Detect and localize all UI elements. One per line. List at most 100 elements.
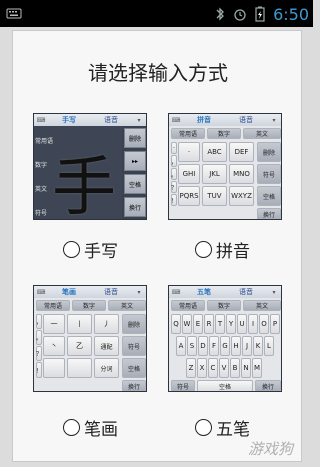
key: E (193, 314, 203, 334)
key: 换行 (122, 380, 146, 391)
side-label: 英文 (35, 186, 48, 193)
tab-voice: 语音 (104, 288, 118, 296)
chevron-down-icon: ▾ (137, 116, 141, 124)
key: 空格 (124, 174, 146, 194)
keyboard-icon: ⌨ (171, 116, 181, 124)
key: 符号 (122, 336, 146, 356)
keyboard-icon: ⌨ (36, 288, 46, 296)
key: PQRS (178, 186, 200, 206)
status-bar: 6:50 (0, 0, 313, 27)
key: K (253, 336, 263, 356)
option-label: 拼音 (216, 242, 250, 262)
key: R (204, 314, 214, 334)
key: 英文 (243, 128, 281, 139)
key: 常用语 (171, 128, 205, 139)
radio-button[interactable] (63, 241, 80, 258)
keyboard-tabbar: ⌨ 五笔 语音 ▾ (169, 286, 281, 298)
key: ， (171, 155, 177, 167)
key: A (176, 336, 186, 356)
keyboard-icon (6, 8, 22, 19)
tab-voice: 语音 (239, 116, 253, 124)
option-stroke[interactable]: 笔画 (63, 415, 118, 440)
key: 丿 (94, 314, 119, 334)
key: DEF (229, 142, 254, 162)
key: 符号 (257, 164, 281, 184)
option-pinyin[interactable]: 拼音 (195, 237, 250, 262)
tab-voice: 语音 (239, 288, 253, 296)
key: 分词 (94, 358, 119, 378)
bluetooth-icon (216, 7, 224, 21)
battery-icon (255, 6, 265, 22)
keyboard-tabbar: ⌨ 拼音 语音 ▾ (169, 114, 281, 126)
key: T (215, 314, 225, 334)
key: 删除 (122, 314, 146, 334)
key: 数字 (207, 300, 241, 311)
key: S (187, 336, 197, 356)
option-label: 五笔 (216, 420, 250, 440)
keyboard-tabbar: ⌨ 笔画 语音 ▾ (34, 286, 146, 298)
handwriting-keyboard-preview[interactable]: ⌨ 手写 语音 ▾ 手 常用语 数字 英文 符号 删除 ▸▸ 空格 换行 (33, 113, 147, 220)
key: WXYZ (229, 186, 254, 206)
key: 数字 (207, 128, 241, 139)
key: ！ (36, 362, 42, 378)
key: 换行 (124, 197, 146, 217)
key: 丶 (43, 336, 65, 356)
key: U (237, 314, 247, 334)
key: 。 (171, 168, 177, 180)
radio-button[interactable] (63, 419, 80, 436)
tab-handwriting: 手写 (62, 116, 76, 124)
chevron-down-icon: ▾ (272, 288, 276, 296)
option-wubi[interactable]: 五笔 (195, 415, 250, 440)
side-label: 常用语 (35, 138, 54, 145)
key: 空格 (257, 186, 281, 206)
key: 常用语 (36, 300, 70, 311)
key: N (241, 358, 251, 378)
key (67, 358, 92, 378)
tab-wubi: 五笔 (197, 288, 211, 296)
watermark: 游戏狗 (247, 440, 293, 458)
chevron-down-icon: ▾ (137, 288, 141, 296)
dialog-title: 请选择输入方式 (88, 61, 228, 85)
tab-pinyin: 拼音 (197, 116, 211, 124)
radio-button[interactable] (195, 419, 212, 436)
key: · (178, 142, 200, 162)
option-handwriting[interactable]: 手写 (63, 237, 118, 262)
stroke-keyboard-preview[interactable]: ⌨ 笔画 语音 ▾ 常用语 数字 英文 一 丨 丿 删除 丶 乙 通配 符号 分… (33, 285, 147, 392)
wubi-keyboard-preview[interactable]: ⌨ 五笔 语音 ▾ 常用语 数字 英文 符号 空格 换行 QWERTYUIOP A… (168, 285, 282, 392)
key: TUV (202, 186, 227, 206)
key: I (248, 314, 258, 334)
tab-voice: 语音 (104, 116, 118, 124)
key: 常用语 (171, 300, 205, 311)
key: G (220, 336, 230, 356)
key: V (219, 358, 229, 378)
keyboard-icon: ⌨ (36, 116, 46, 124)
keyboard-icon: ⌨ (171, 288, 181, 296)
key: B (230, 358, 240, 378)
pinyin-keyboard-preview[interactable]: ⌨ 拼音 语音 ▾ 常用语 数字 英文 · ABC DEF 删除 GHI JKL… (168, 113, 282, 220)
key: ▸▸ (124, 151, 146, 171)
key: MNO (229, 164, 254, 184)
key: 一 (43, 314, 65, 334)
key: P (270, 314, 280, 334)
key: W (182, 314, 192, 334)
key: 乙 (67, 336, 92, 356)
clock: 6:50 (273, 4, 309, 24)
key: L (264, 336, 274, 356)
screen: 6:50 请选择输入方式 ⌨ 手写 语音 ▾ 手 常用语 数字 英文 符号 删除 (0, 0, 313, 467)
keyboard-tabbar: ⌨ 手写 语音 ▾ (34, 114, 146, 126)
key: 丨 (67, 314, 92, 334)
key: 换行 (255, 380, 281, 391)
key: X (197, 358, 207, 378)
key: 。 (36, 330, 42, 345)
key: 符号 (171, 380, 195, 391)
key: GHI (178, 164, 200, 184)
radio-button[interactable] (195, 241, 212, 258)
key: 英文 (108, 300, 146, 311)
key: · (171, 142, 177, 154)
key: D (198, 336, 208, 356)
key: ？ (171, 181, 177, 193)
key: 换行 (257, 208, 281, 219)
key: Y (226, 314, 236, 334)
key: C (208, 358, 218, 378)
key: 英文 (243, 300, 281, 311)
